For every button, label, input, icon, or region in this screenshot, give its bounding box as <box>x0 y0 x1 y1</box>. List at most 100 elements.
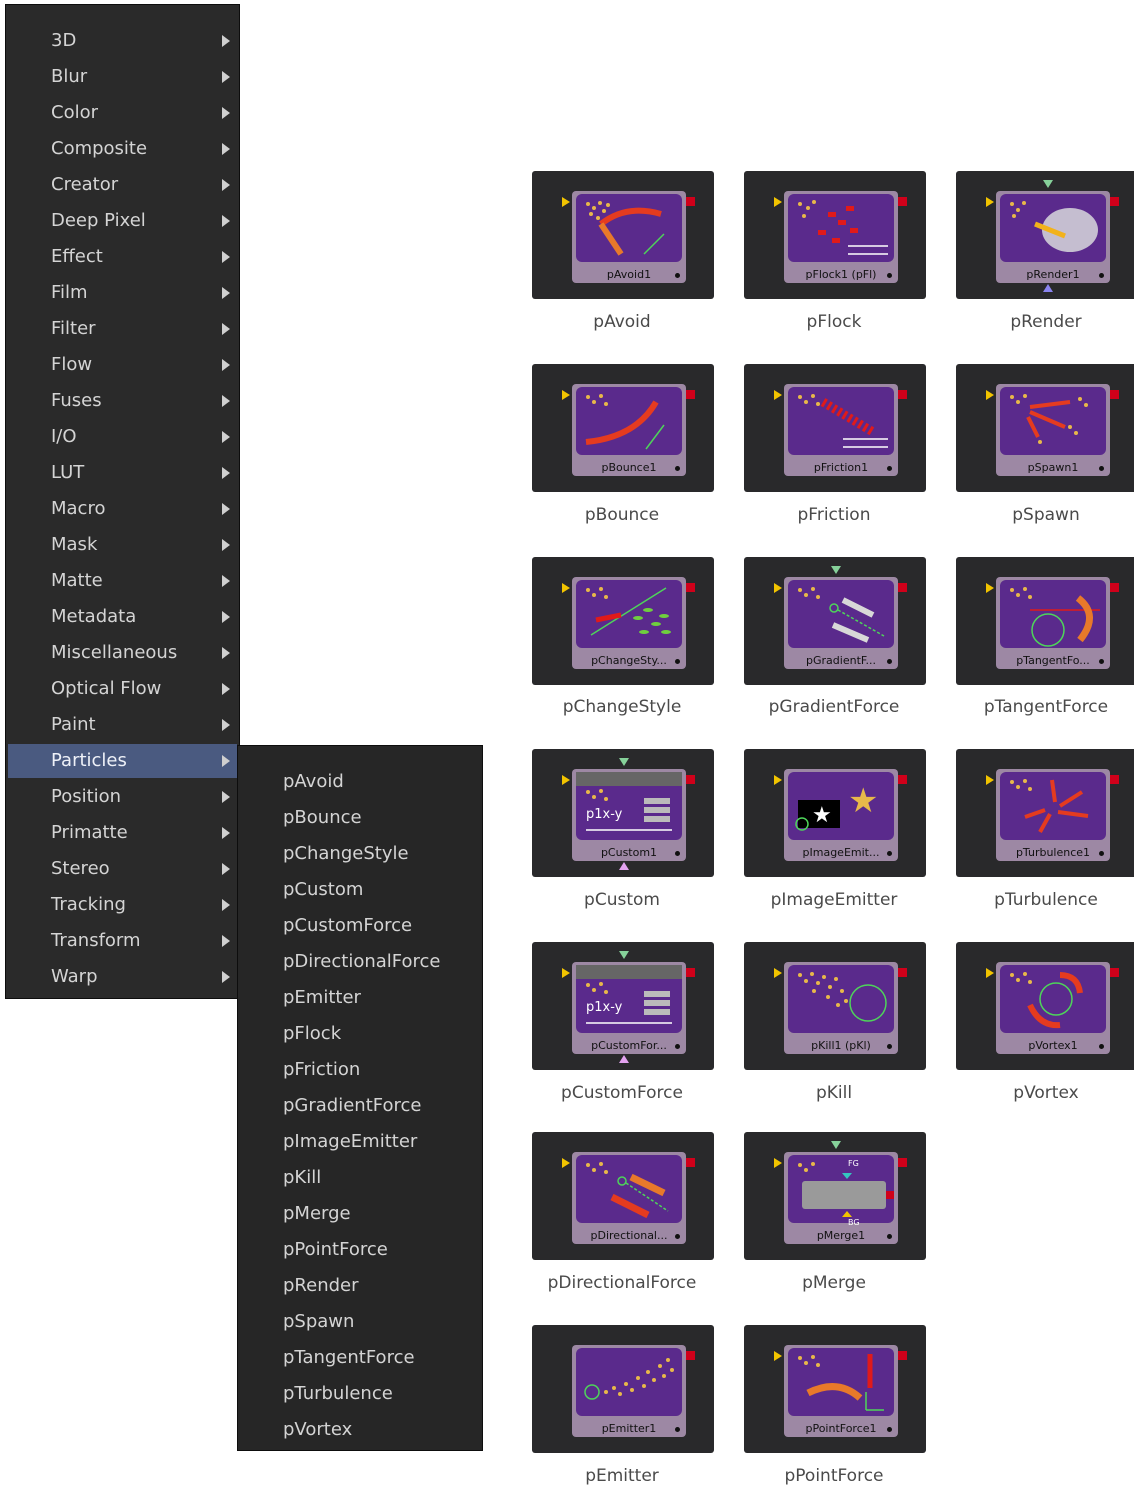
menu-item-mask[interactable]: Mask <box>6 528 239 562</box>
submenu-item-pimageemitter[interactable]: pImageEmitter <box>238 1125 482 1159</box>
node-tile[interactable]: ★ ★ pImageEmit... <box>784 769 898 861</box>
menu-item-transform[interactable]: Transform <box>6 924 239 958</box>
submenu-item-ppointforce[interactable]: pPointForce <box>238 1233 482 1267</box>
submenu-item-pflock[interactable]: pFlock <box>238 1017 482 1051</box>
node-tile[interactable]: pAvoid1 <box>572 191 686 283</box>
menu-item-blur[interactable]: Blur <box>6 60 239 94</box>
node-tile[interactable]: pTurbulence1 <box>996 769 1110 861</box>
output-port[interactable] <box>898 197 907 206</box>
node-tile[interactable]: pTangentFo... <box>996 577 1110 669</box>
node-tile[interactable]: p1x-y pCustom1 <box>572 769 686 861</box>
node-caption: pAvoid <box>593 312 651 332</box>
menu-item-warp[interactable]: Warp <box>6 960 239 994</box>
node-tile[interactable]: pSpawn1 <box>996 384 1110 476</box>
node-tile[interactable]: pFlock1 (pFl) <box>784 191 898 283</box>
menu-item-matte[interactable]: Matte <box>6 564 239 598</box>
menu-item-stereo[interactable]: Stereo <box>6 852 239 886</box>
menu-item-particles[interactable]: Particles <box>8 744 237 778</box>
menu-item-optical-flow[interactable]: Optical Flow <box>6 672 239 706</box>
menu-item-metadata[interactable]: Metadata <box>6 600 239 634</box>
node-card-pavoid: pAvoid1 <box>532 171 714 299</box>
node-tile[interactable]: pVortex1 <box>996 962 1110 1054</box>
node-tile[interactable]: pRender1 <box>996 191 1110 283</box>
node-tile[interactable]: pFriction1 <box>784 384 898 476</box>
submenu-item-pcustomforce[interactable]: pCustomForce <box>238 909 482 943</box>
menu-item-label: Stereo <box>51 858 110 879</box>
menu-item-macro[interactable]: Macro <box>6 492 239 526</box>
node-status-dot <box>1099 273 1104 278</box>
menu-item-deep-pixel[interactable]: Deep Pixel <box>6 204 239 238</box>
submenu-item-pbounce[interactable]: pBounce <box>238 801 482 835</box>
output-port[interactable] <box>686 775 695 784</box>
output-port[interactable] <box>686 583 695 592</box>
node-caption: pMerge <box>802 1273 866 1293</box>
submenu-item-pavoid[interactable]: pAvoid <box>238 765 482 799</box>
node-tile[interactable]: pDirectional... <box>572 1152 686 1244</box>
menu-item-tracking[interactable]: Tracking <box>6 888 239 922</box>
submenu-item-pmerge[interactable]: pMerge <box>238 1197 482 1231</box>
submenu-item-label: pVortex <box>283 1419 353 1440</box>
submenu-item-pturbulence[interactable]: pTurbulence <box>238 1377 482 1411</box>
node-tile[interactable]: pEmitter1 <box>572 1345 686 1437</box>
output-port[interactable] <box>1110 583 1119 592</box>
node-tile[interactable]: p1x-y pCustomFor... <box>572 962 686 1054</box>
menu-item-paint[interactable]: Paint <box>6 708 239 742</box>
output-port[interactable] <box>1110 968 1119 977</box>
submenu-item-ptangentforce[interactable]: pTangentForce <box>238 1341 482 1375</box>
output-port[interactable] <box>898 775 907 784</box>
menu-item-lut[interactable]: LUT <box>6 456 239 490</box>
output-port[interactable] <box>686 390 695 399</box>
output-port[interactable] <box>686 197 695 206</box>
submenu-item-prender[interactable]: pRender <box>238 1269 482 1303</box>
submenu-item-pvortex[interactable]: pVortex <box>238 1413 482 1447</box>
node-tile[interactable]: pKill1 (pKl) <box>784 962 898 1054</box>
output-port[interactable] <box>1110 775 1119 784</box>
submenu-arrow-icon <box>222 575 230 587</box>
output-port[interactable] <box>898 968 907 977</box>
output-port[interactable] <box>1110 197 1119 206</box>
node-tile[interactable]: pBounce1 <box>572 384 686 476</box>
node-status-dot <box>675 466 680 471</box>
submenu-item-pgradientforce[interactable]: pGradientForce <box>238 1089 482 1123</box>
menu-item-composite[interactable]: Composite <box>6 132 239 166</box>
submenu-item-pkill[interactable]: pKill <box>238 1161 482 1195</box>
submenu-item-pfriction[interactable]: pFriction <box>238 1053 482 1087</box>
output-port[interactable] <box>898 1351 907 1360</box>
input-arrow-icon <box>562 968 570 978</box>
output-port[interactable] <box>898 583 907 592</box>
node-caption: pDirectionalForce <box>547 1273 697 1293</box>
menu-item-3d[interactable]: 3D <box>6 24 239 58</box>
node-label: pDirectional... <box>590 1229 668 1242</box>
menu-item-color[interactable]: Color <box>6 96 239 130</box>
submenu-item-pdirectionalforce[interactable]: pDirectionalForce <box>238 945 482 979</box>
submenu-item-pemitter[interactable]: pEmitter <box>238 981 482 1015</box>
node-tile[interactable]: FG BG pMerge1 <box>784 1152 898 1244</box>
node-tile[interactable]: pPointForce1 <box>784 1345 898 1437</box>
menu-item-io[interactable]: I/O <box>6 420 239 454</box>
output-port[interactable] <box>686 968 695 977</box>
output-port[interactable] <box>898 390 907 399</box>
menu-item-flow[interactable]: Flow <box>6 348 239 382</box>
submenu-item-pspawn[interactable]: pSpawn <box>238 1305 482 1339</box>
submenu-item-pchangestyle[interactable]: pChangeStyle <box>238 837 482 871</box>
output-port[interactable] <box>898 1158 907 1167</box>
submenu-arrow-icon <box>222 251 230 263</box>
submenu-item-label: pChangeStyle <box>283 843 409 864</box>
output-port[interactable] <box>686 1158 695 1167</box>
menu-item-filter[interactable]: Filter <box>6 312 239 346</box>
menu-item-film[interactable]: Film <box>6 276 239 310</box>
menu-item-fuses[interactable]: Fuses <box>6 384 239 418</box>
menu-item-miscellaneous[interactable]: Miscellaneous <box>6 636 239 670</box>
menu-item-primatte[interactable]: Primatte <box>6 816 239 850</box>
node-status-dot <box>675 1044 680 1049</box>
node-tile[interactable]: pGradientF... <box>784 577 898 669</box>
submenu-item-pcustom[interactable]: pCustom <box>238 873 482 907</box>
menu-item-creator[interactable]: Creator <box>6 168 239 202</box>
menu-item-effect[interactable]: Effect <box>6 240 239 274</box>
submenu-item-label: pImageEmitter <box>283 1131 418 1152</box>
output-port[interactable] <box>1110 390 1119 399</box>
output-port[interactable] <box>686 1351 695 1360</box>
menu-item-position[interactable]: Position <box>6 780 239 814</box>
node-caption: pTangentForce <box>983 697 1109 717</box>
node-tile[interactable]: pChangeSty... <box>572 577 686 669</box>
